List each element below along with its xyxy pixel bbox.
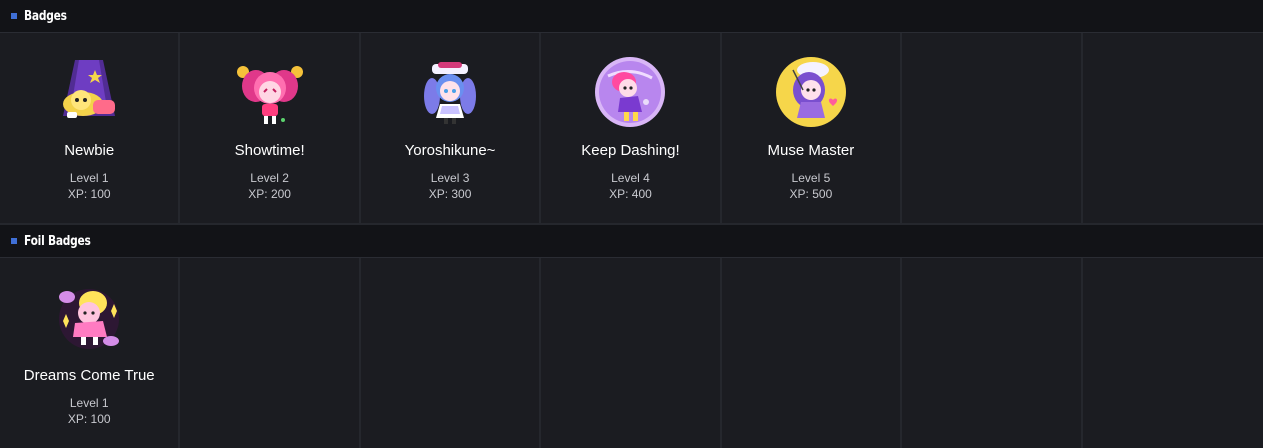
section-bullet-icon — [11, 13, 17, 19]
badge-card-empty — [722, 258, 903, 448]
badge-level: Level 2 — [250, 171, 289, 185]
badge-name: Muse Master — [767, 142, 855, 159]
badge-xp: XP: 500 — [789, 187, 833, 201]
badge-xp: XP: 200 — [248, 187, 291, 201]
badge-name: Showtime! — [234, 142, 305, 159]
keep-dashing-badge-icon — [595, 57, 666, 127]
badge-card-showtime[interactable]: Showtime! Level 2 XP: 200 — [180, 33, 361, 223]
badge-xp: XP: 400 — [609, 187, 652, 201]
foil-badges-section-header: Foil Badges — [0, 225, 1263, 258]
badge-xp: XP: 300 — [428, 187, 472, 201]
badge-level: Level 1 — [69, 396, 109, 410]
badge-name: Keep Dashing! — [581, 142, 680, 159]
badge-card-empty — [1083, 258, 1263, 448]
badge-card-newbie[interactable]: Newbie Level 1 XP: 100 — [0, 33, 181, 223]
badge-card-empty — [361, 258, 542, 448]
badge-card-keep-dashing[interactable]: Keep Dashing! Level 4 XP: 400 — [541, 33, 722, 223]
yoroshikune-badge-icon — [424, 62, 477, 124]
badge-name: Newbie — [64, 142, 115, 159]
section-bullet-icon — [11, 238, 17, 244]
badge-name: Yoroshikune~ — [404, 142, 496, 159]
badges-section-title: Badges — [24, 8, 67, 24]
foil-badges-section-title: Foil Badges — [24, 233, 91, 249]
badges-section-header: Badges — [0, 0, 1263, 33]
badges-grid: Newbie Level 1 XP: 100 Showtime! Level 2… — [0, 33, 1263, 223]
showtime-badge-icon — [236, 66, 303, 124]
muse-master-badge-icon — [775, 57, 846, 127]
badge-card-dreams-come-true[interactable]: Dreams Come True Level 1 XP: 100 — [0, 258, 181, 448]
badge-card-empty — [180, 258, 361, 448]
badge-level: Level 1 — [69, 171, 109, 185]
badge-card-yoroshikune[interactable]: Yoroshikune~ Level 3 XP: 300 — [361, 33, 542, 223]
badge-xp: XP: 100 — [67, 187, 111, 201]
badge-card-muse-master[interactable]: Muse Master Level 5 XP: 500 — [722, 33, 903, 223]
badge-level: Level 4 — [611, 171, 650, 185]
badge-level: Level 5 — [791, 171, 831, 185]
badge-card-empty — [541, 258, 722, 448]
dreams-come-true-badge-icon — [59, 289, 120, 349]
newbie-badge-icon — [63, 60, 116, 118]
badge-card-empty — [1083, 33, 1263, 223]
foil-badges-grid: Dreams Come True Level 1 XP: 100 — [0, 258, 1263, 448]
badge-level: Level 3 — [430, 171, 470, 185]
badge-card-empty — [902, 33, 1083, 223]
badge-name: Dreams Come True — [23, 367, 155, 384]
badge-xp: XP: 100 — [67, 412, 111, 426]
badge-card-empty — [902, 258, 1083, 448]
